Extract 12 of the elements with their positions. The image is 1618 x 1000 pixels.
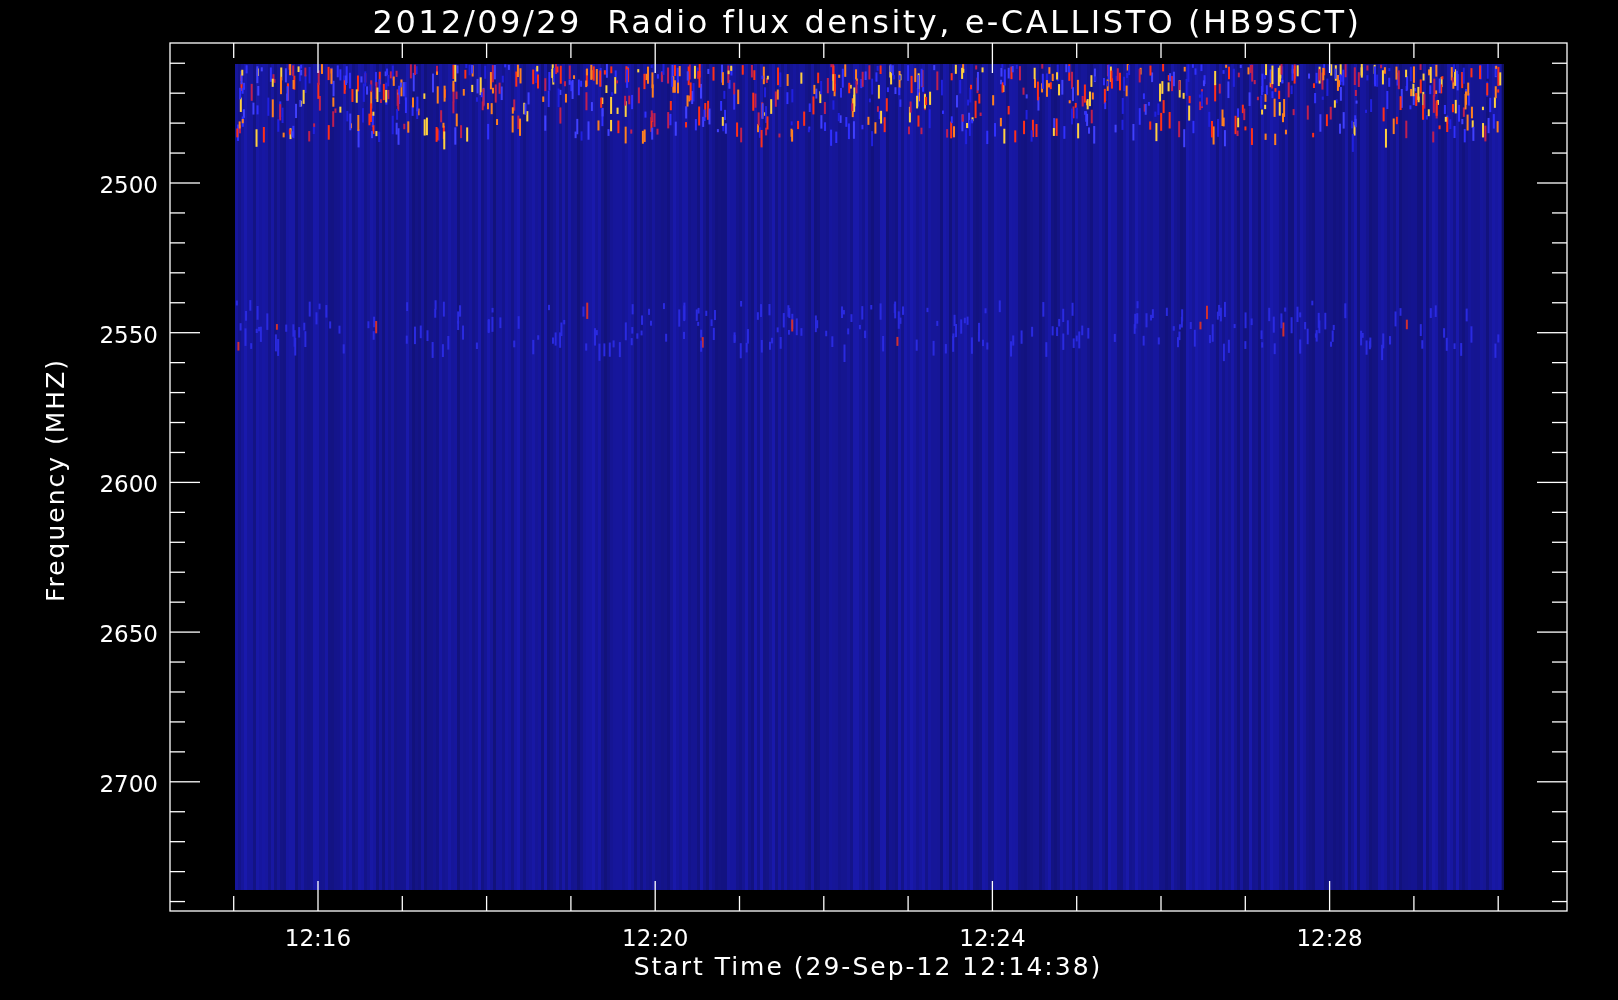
y-axis-label: Frequency (MHZ) [41, 357, 70, 603]
plot-title: 2012/09/29 Radio flux density, e-CALLISTO (HB9SCT) [372, 3, 1362, 41]
x-tick-label: 12:20 [622, 925, 689, 951]
y-tick-label: 2550 [99, 321, 158, 348]
x-tick-label: 12:16 [284, 925, 352, 951]
y-tick-label: 2500 [99, 172, 158, 198]
y-tick-label: 2650 [99, 621, 158, 648]
x-axis-label: Start Time (29-Sep-12 12:14:38) [633, 952, 1103, 981]
x-tick-label: 12:24 [959, 925, 1026, 951]
y-tick-label: 2700 [99, 770, 158, 797]
x-tick-label: 12:28 [1296, 925, 1363, 951]
y-tick-label: 2600 [99, 471, 158, 498]
